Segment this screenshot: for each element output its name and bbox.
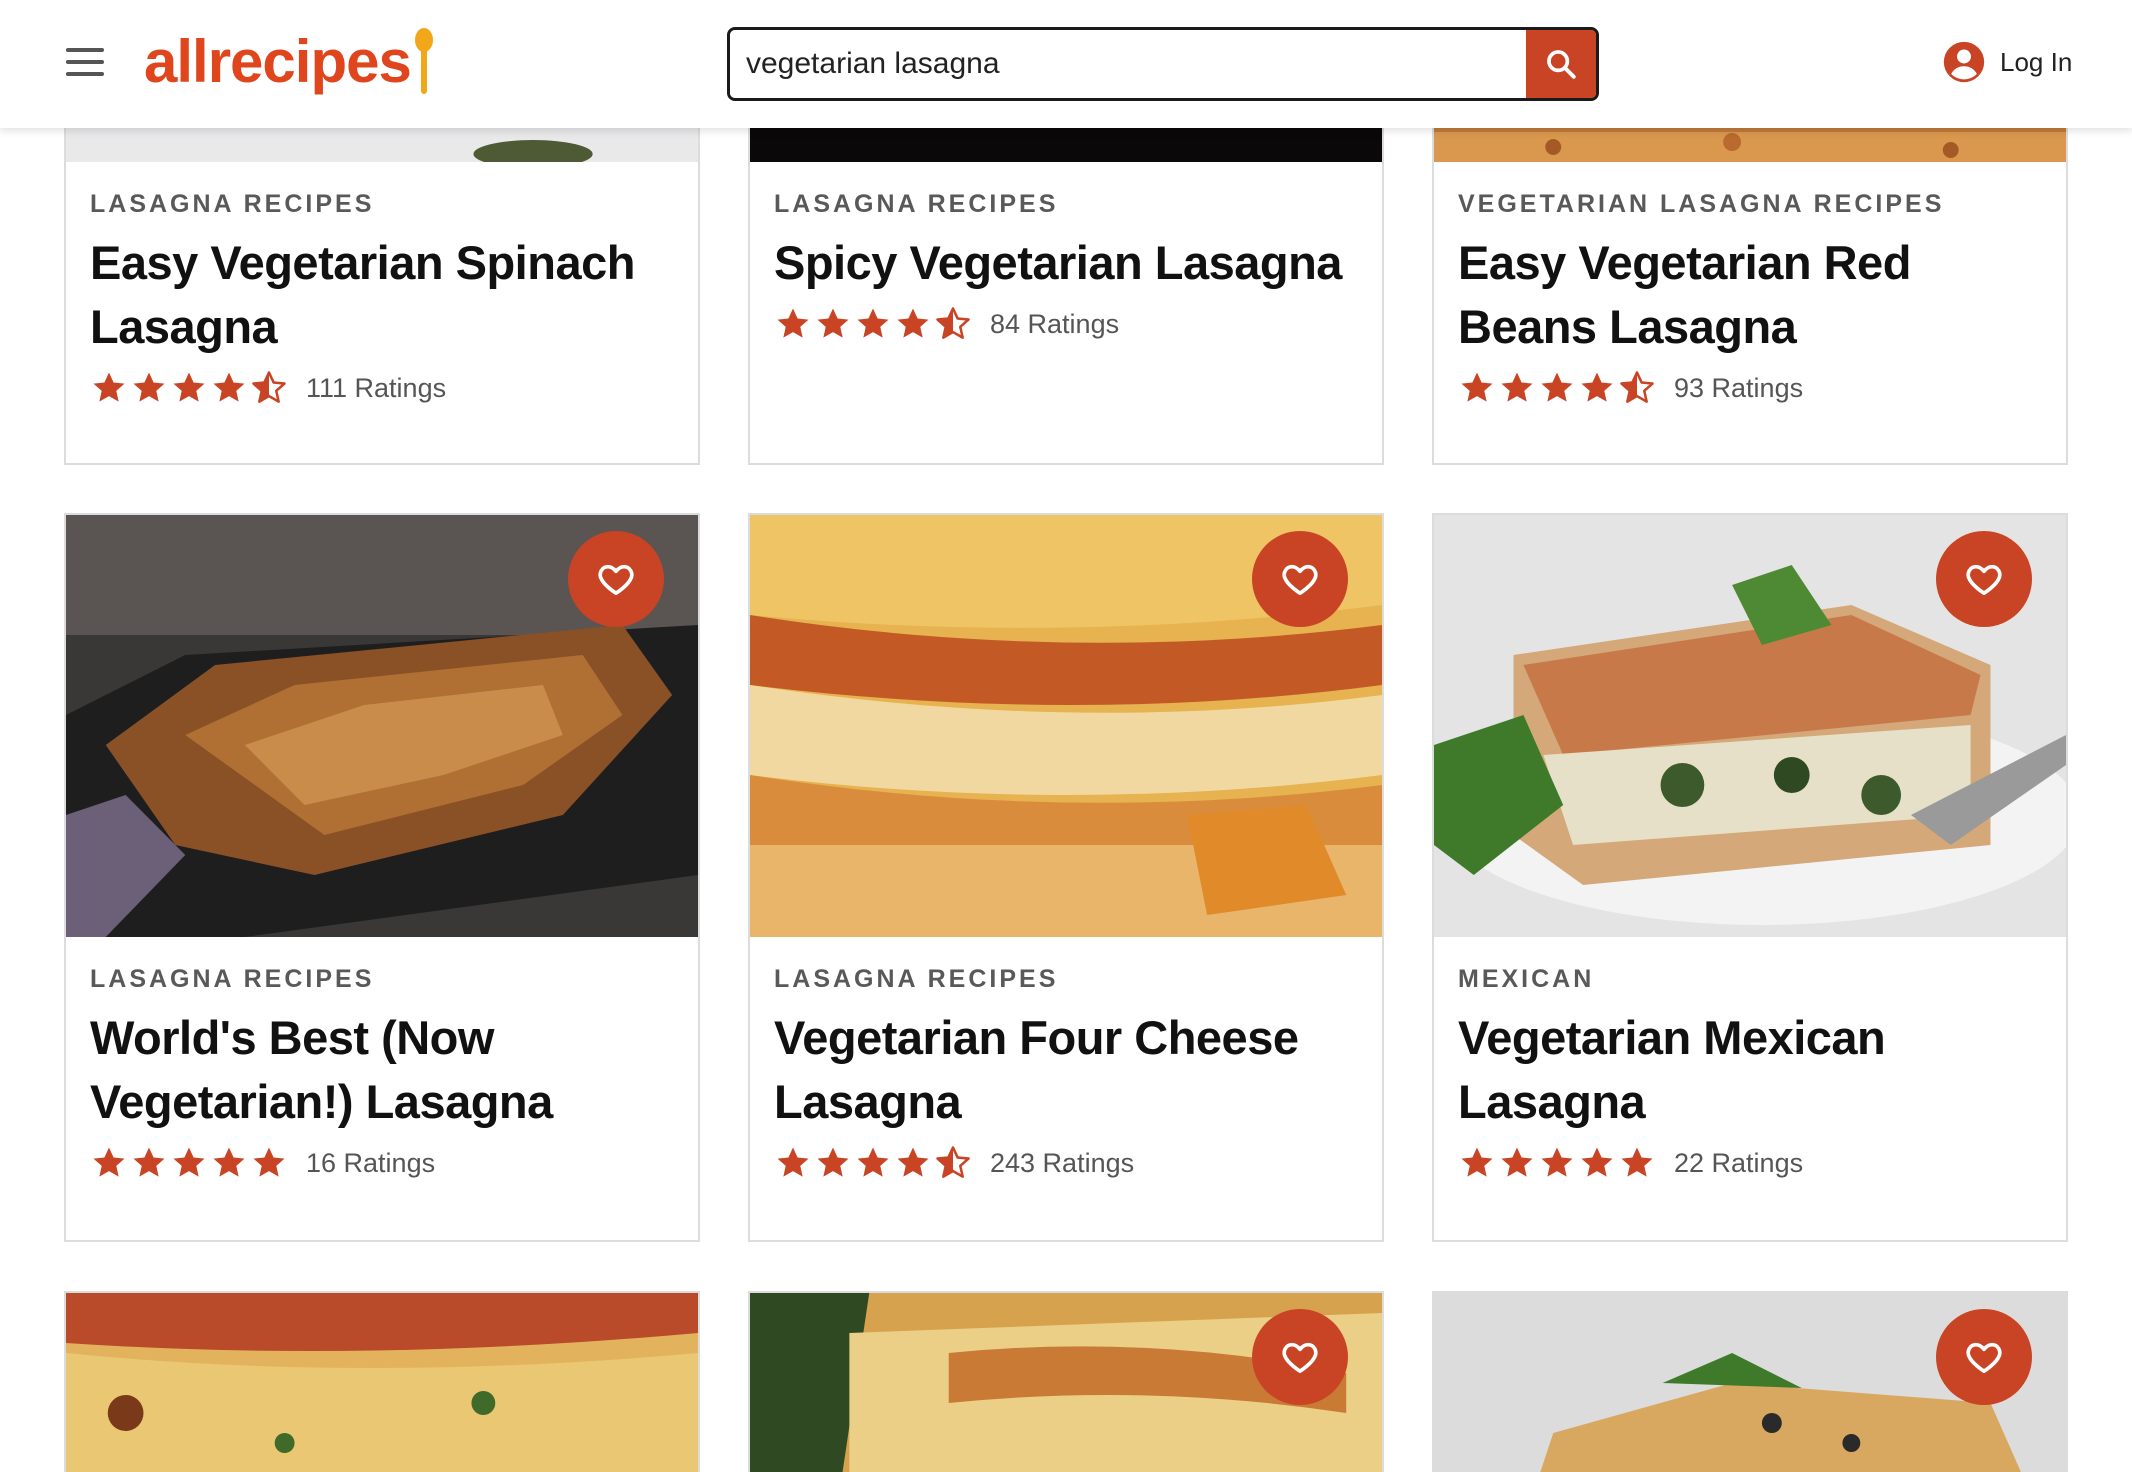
recipe-rating: 84 Ratings bbox=[774, 305, 1358, 343]
star-icon bbox=[93, 1147, 125, 1177]
hamburger-menu-icon[interactable] bbox=[66, 48, 106, 80]
star-icon bbox=[817, 308, 849, 338]
ratings-count: 93 Ratings bbox=[1674, 372, 1804, 403]
star-icon bbox=[777, 1147, 809, 1177]
ratings-count: 84 Ratings bbox=[990, 308, 1120, 339]
star-icon bbox=[777, 308, 809, 338]
recipe-rating: 16 Ratings bbox=[90, 1144, 674, 1182]
star-rating bbox=[774, 1144, 974, 1182]
search-icon bbox=[1547, 50, 1576, 79]
ratings-count: 111 Ratings bbox=[306, 372, 447, 403]
search-button[interactable] bbox=[1526, 30, 1596, 98]
recipe-category-link[interactable]: LASAGNA RECIPES bbox=[90, 190, 374, 219]
search-bar bbox=[727, 27, 1599, 101]
ratings-count: 22 Ratings bbox=[1674, 1147, 1804, 1178]
recipe-title[interactable]: World's Best (Now Vegetarian!) Lasagna bbox=[90, 1006, 674, 1134]
star-icon bbox=[173, 1147, 205, 1177]
login-link[interactable]: Log In bbox=[1942, 40, 2072, 84]
recipe-rating: 93 Ratings bbox=[1458, 369, 2042, 407]
site-logo[interactable]: allrecipes bbox=[144, 22, 433, 102]
star-icon bbox=[93, 372, 125, 402]
recipe-title[interactable]: Easy Vegetarian Spinach Lasagna bbox=[90, 231, 674, 359]
recipe-title[interactable]: Spicy Vegetarian Lasagna bbox=[774, 231, 1358, 295]
spoon-icon bbox=[414, 28, 433, 94]
star-icon bbox=[1461, 372, 1493, 402]
recipe-card[interactable]: MEXICAN Vegetarian Mexican Lasagna 22 Ra… bbox=[1432, 513, 2068, 1242]
recipe-image[interactable] bbox=[750, 515, 1382, 937]
star-icon bbox=[857, 308, 889, 338]
recipe-category-link[interactable]: LASAGNA RECIPES bbox=[774, 965, 1058, 994]
star-icon bbox=[897, 308, 929, 338]
recipe-card[interactable]: LASAGNA RECIPES Vegetarian Four Cheese L… bbox=[748, 513, 1384, 1242]
star-half-icon bbox=[936, 307, 970, 339]
star-icon bbox=[897, 1147, 929, 1177]
save-favorite-button[interactable] bbox=[1936, 531, 2032, 627]
recipe-card[interactable] bbox=[748, 1291, 1384, 1472]
ratings-count: 243 Ratings bbox=[990, 1147, 1135, 1178]
star-icon bbox=[817, 1147, 849, 1177]
recipe-image[interactable] bbox=[66, 515, 698, 937]
recipe-image[interactable] bbox=[1434, 1293, 2066, 1472]
recipe-category-link[interactable]: VEGETARIAN LASAGNA RECIPES bbox=[1458, 190, 1944, 219]
star-icon bbox=[1581, 372, 1613, 402]
star-icon bbox=[1581, 1147, 1613, 1177]
recipe-rating: 243 Ratings bbox=[774, 1144, 1358, 1182]
heart-outline-icon bbox=[1966, 1342, 2002, 1373]
heart-outline-icon bbox=[1966, 564, 2002, 595]
star-half-icon bbox=[252, 371, 286, 403]
star-icon bbox=[133, 1147, 165, 1177]
star-icon bbox=[213, 1147, 245, 1177]
login-label: Log In bbox=[2000, 46, 2073, 77]
user-circle-icon bbox=[1943, 41, 1985, 83]
star-icon bbox=[213, 372, 245, 402]
star-icon bbox=[1501, 1147, 1533, 1177]
star-rating bbox=[774, 305, 974, 343]
recipe-image[interactable] bbox=[66, 1293, 698, 1472]
star-icon bbox=[1501, 372, 1533, 402]
star-rating bbox=[90, 369, 290, 407]
save-favorite-button[interactable] bbox=[1252, 1309, 1348, 1405]
site-header: allrecipes Log In bbox=[0, 0, 2132, 128]
search-input[interactable] bbox=[730, 30, 1526, 98]
star-icon bbox=[1541, 1147, 1573, 1177]
star-icon bbox=[173, 372, 205, 402]
recipe-rating: 22 Ratings bbox=[1458, 1144, 2042, 1182]
save-favorite-button[interactable] bbox=[1252, 531, 1348, 627]
star-icon bbox=[1461, 1147, 1493, 1177]
star-half-icon bbox=[1620, 371, 1654, 403]
star-icon bbox=[857, 1147, 889, 1177]
recipe-card[interactable] bbox=[1432, 1291, 2068, 1472]
heart-outline-icon bbox=[1282, 564, 1318, 595]
star-icon bbox=[253, 1147, 285, 1177]
recipe-category-link[interactable]: LASAGNA RECIPES bbox=[774, 190, 1058, 219]
heart-outline-icon bbox=[598, 564, 634, 595]
star-icon bbox=[133, 372, 165, 402]
recipe-rating: 111 Ratings bbox=[90, 369, 674, 407]
recipe-image[interactable] bbox=[1434, 515, 2066, 937]
save-favorite-button[interactable] bbox=[1936, 1309, 2032, 1405]
recipe-title[interactable]: Vegetarian Mexican Lasagna bbox=[1458, 1006, 2042, 1134]
star-rating bbox=[1458, 369, 1658, 407]
heart-outline-icon bbox=[1282, 1342, 1318, 1373]
logo-text: allrecipes bbox=[144, 28, 412, 95]
star-icon bbox=[1541, 372, 1573, 402]
save-favorite-button[interactable] bbox=[568, 531, 664, 627]
star-half-icon bbox=[936, 1146, 970, 1178]
star-rating bbox=[1458, 1144, 1658, 1182]
ratings-count: 16 Ratings bbox=[306, 1147, 436, 1178]
star-rating bbox=[90, 1144, 290, 1182]
star-icon bbox=[1621, 1147, 1653, 1177]
recipe-image[interactable] bbox=[750, 1293, 1382, 1472]
recipe-category-link[interactable]: LASAGNA RECIPES bbox=[90, 965, 374, 994]
recipe-card[interactable] bbox=[64, 1291, 700, 1472]
recipe-category-link[interactable]: MEXICAN bbox=[1458, 965, 1594, 994]
recipe-title[interactable]: Vegetarian Four Cheese Lasagna bbox=[774, 1006, 1358, 1134]
recipe-card[interactable]: LASAGNA RECIPES World's Best (Now Vegeta… bbox=[64, 513, 700, 1242]
recipe-title[interactable]: Easy Vegetarian Red Beans Lasagna bbox=[1458, 231, 2042, 359]
